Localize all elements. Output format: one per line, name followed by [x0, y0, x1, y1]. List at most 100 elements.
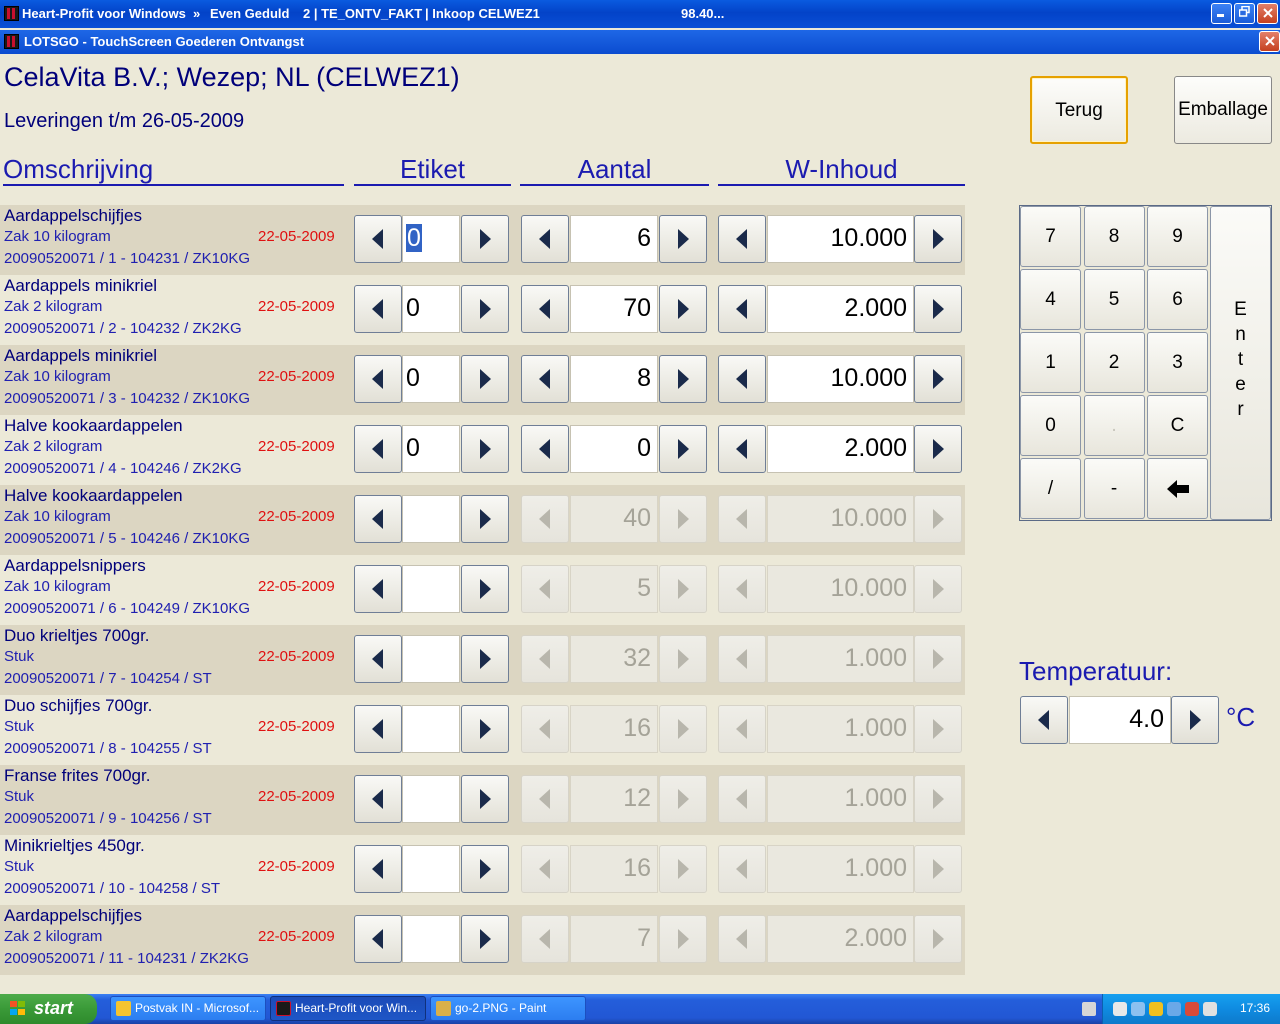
display-icon[interactable]	[1131, 1002, 1145, 1016]
label-increase-button[interactable]	[461, 495, 509, 543]
back-button[interactable]: Terug	[1030, 76, 1128, 144]
quantity-field[interactable]: 16	[570, 845, 658, 893]
quantity-increase-button[interactable]	[659, 915, 707, 963]
content-increase-button[interactable]	[914, 705, 962, 753]
child-close-button[interactable]	[1259, 31, 1280, 52]
taskbar-item-outlook[interactable]: Postvak IN - Microsof...	[110, 996, 266, 1021]
quantity-increase-button[interactable]	[659, 285, 707, 333]
quantity-field[interactable]: 70	[570, 285, 658, 333]
content-field[interactable]: 1.000	[767, 775, 914, 823]
key-1[interactable]: 1	[1020, 332, 1081, 393]
content-field[interactable]: 2.000	[767, 425, 914, 473]
label-increase-button[interactable]	[461, 845, 509, 893]
key-4[interactable]: 4	[1020, 269, 1081, 330]
key-minus[interactable]: -	[1083, 458, 1145, 519]
label-field[interactable]	[402, 915, 460, 963]
key-clear[interactable]: C	[1147, 395, 1208, 456]
close-button[interactable]	[1257, 3, 1278, 24]
content-increase-button[interactable]	[914, 425, 962, 473]
quantity-increase-button[interactable]	[659, 565, 707, 613]
content-decrease-button[interactable]	[718, 565, 766, 613]
content-increase-button[interactable]	[914, 775, 962, 823]
label-increase-button[interactable]	[461, 775, 509, 823]
quantity-decrease-button[interactable]	[521, 355, 569, 403]
content-field[interactable]: 10.000	[767, 355, 914, 403]
quantity-field[interactable]: 5	[570, 565, 658, 613]
key-6[interactable]: 6	[1147, 269, 1208, 330]
content-increase-button[interactable]	[914, 565, 962, 613]
label-decrease-button[interactable]	[354, 425, 402, 473]
quantity-decrease-button[interactable]	[521, 845, 569, 893]
quantity-field[interactable]: 16	[570, 705, 658, 753]
key-5[interactable]: 5	[1083, 269, 1145, 330]
enter-button[interactable]: Enter	[1210, 206, 1271, 520]
key-7[interactable]: 7	[1020, 206, 1081, 267]
label-increase-button[interactable]	[461, 355, 509, 403]
label-decrease-button[interactable]	[354, 565, 402, 613]
content-field[interactable]: 10.000	[767, 565, 914, 613]
content-decrease-button[interactable]	[718, 285, 766, 333]
content-increase-button[interactable]	[914, 355, 962, 403]
label-decrease-button[interactable]	[354, 355, 402, 403]
label-field[interactable]: 0	[402, 215, 460, 263]
packaging-button[interactable]: Emballage	[1174, 76, 1272, 144]
key-decimal[interactable]: .	[1083, 395, 1145, 456]
label-field[interactable]	[402, 495, 460, 543]
content-decrease-button[interactable]	[718, 775, 766, 823]
temperature-decrease-button[interactable]	[1020, 696, 1068, 744]
content-field[interactable]: 10.000	[767, 215, 914, 263]
keyboard-icon[interactable]	[1082, 1002, 1096, 1016]
content-decrease-button[interactable]	[718, 705, 766, 753]
content-decrease-button[interactable]	[718, 425, 766, 473]
content-decrease-button[interactable]	[718, 635, 766, 683]
label-field[interactable]	[402, 705, 460, 753]
quantity-field[interactable]: 32	[570, 635, 658, 683]
content-increase-button[interactable]	[914, 495, 962, 543]
label-increase-button[interactable]	[461, 565, 509, 613]
label-field[interactable]	[402, 845, 460, 893]
content-increase-button[interactable]	[914, 915, 962, 963]
label-field[interactable]	[402, 635, 460, 683]
content-field[interactable]: 2.000	[767, 915, 914, 963]
content-decrease-button[interactable]	[718, 355, 766, 403]
content-field[interactable]: 1.000	[767, 845, 914, 893]
key-3[interactable]: 3	[1147, 332, 1208, 393]
label-decrease-button[interactable]	[354, 495, 402, 543]
label-increase-button[interactable]	[461, 705, 509, 753]
content-increase-button[interactable]	[914, 215, 962, 263]
key-slash[interactable]: /	[1020, 458, 1081, 519]
quantity-decrease-button[interactable]	[521, 565, 569, 613]
taskbar-item-heart-profit[interactable]: Heart-Profit voor Win...	[270, 996, 426, 1021]
quantity-increase-button[interactable]	[659, 495, 707, 543]
label-decrease-button[interactable]	[354, 845, 402, 893]
content-increase-button[interactable]	[914, 635, 962, 683]
taskbar-item-paint[interactable]: go-2.PNG - Paint	[430, 996, 586, 1021]
content-field[interactable]: 1.000	[767, 635, 914, 683]
label-decrease-button[interactable]	[354, 705, 402, 753]
label-decrease-button[interactable]	[354, 285, 402, 333]
quantity-increase-button[interactable]	[659, 215, 707, 263]
label-increase-button[interactable]	[461, 285, 509, 333]
key-backspace[interactable]	[1147, 458, 1208, 519]
quantity-increase-button[interactable]	[659, 775, 707, 823]
key-8[interactable]: 8	[1083, 206, 1145, 267]
quantity-increase-button[interactable]	[659, 635, 707, 683]
network-icon[interactable]	[1113, 1002, 1127, 1016]
bluetooth-icon[interactable]	[1167, 1002, 1181, 1016]
quantity-decrease-button[interactable]	[521, 285, 569, 333]
content-field[interactable]: 1.000	[767, 705, 914, 753]
quantity-decrease-button[interactable]	[521, 705, 569, 753]
content-decrease-button[interactable]	[718, 495, 766, 543]
quantity-decrease-button[interactable]	[521, 495, 569, 543]
label-increase-button[interactable]	[461, 635, 509, 683]
quantity-decrease-button[interactable]	[521, 775, 569, 823]
quantity-field[interactable]: 6	[570, 215, 658, 263]
label-decrease-button[interactable]	[354, 215, 402, 263]
quantity-increase-button[interactable]	[659, 355, 707, 403]
content-decrease-button[interactable]	[718, 845, 766, 893]
content-field[interactable]: 10.000	[767, 495, 914, 543]
label-increase-button[interactable]	[461, 915, 509, 963]
content-increase-button[interactable]	[914, 285, 962, 333]
quantity-field[interactable]: 12	[570, 775, 658, 823]
quantity-field[interactable]: 40	[570, 495, 658, 543]
